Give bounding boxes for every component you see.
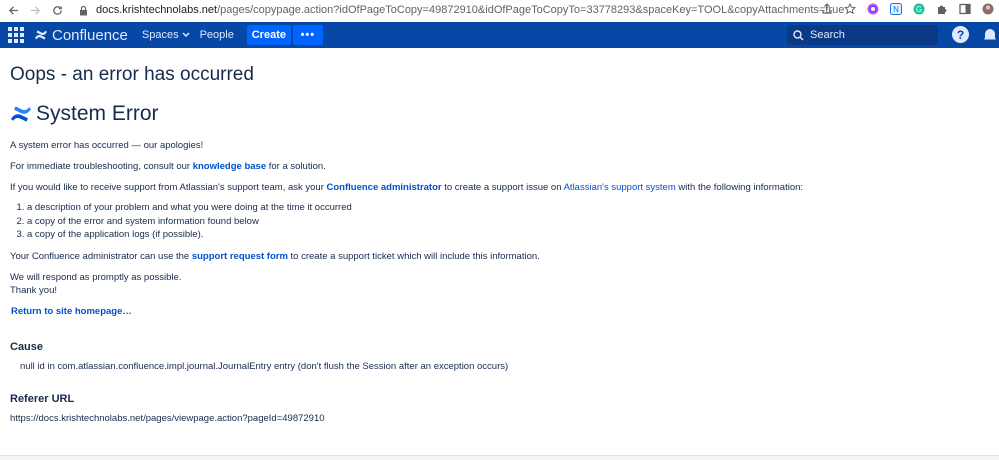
- respond-text: We will respond as promptly as possible.: [10, 271, 182, 283]
- cause-value: null id in com.atlassian.confluence.impl…: [20, 360, 509, 372]
- support-prefix: If you would like to receive support fro…: [10, 182, 327, 193]
- apology-text: A system error has occurred — our apolog…: [10, 139, 990, 152]
- url-domain: docs.krishtechnolabs.net: [96, 4, 218, 16]
- confluence-admin-link[interactable]: Confluence administrator: [327, 182, 442, 193]
- troubleshoot-text: For immediate troubleshooting, consult o…: [10, 160, 990, 173]
- arrow-left-icon[interactable]: [6, 3, 20, 17]
- browser-toolbar: docs.krishtechnolabs.net/pages/copypage.…: [0, 0, 999, 20]
- grammarly-icon[interactable]: G: [912, 2, 926, 16]
- support-system-link[interactable]: Atlassian's support system: [564, 182, 676, 193]
- apology-line: A system error has occurred — our apolog…: [10, 140, 204, 151]
- list-item: a copy of the error and system informati…: [27, 215, 990, 229]
- arrow-right-icon[interactable]: [28, 3, 42, 17]
- notifications-icon[interactable]: [982, 26, 999, 43]
- cause-title: Cause: [10, 340, 44, 353]
- share-icon[interactable]: [820, 2, 834, 16]
- reload-icon[interactable]: [50, 3, 64, 17]
- referer-value: https://docs.krishtechnolabs.net/pages/v…: [10, 412, 325, 424]
- form-suffix: to create a support ticket which will in…: [287, 250, 540, 262]
- thanks-text: Thank you!: [10, 284, 57, 296]
- app-switcher-icon[interactable]: [7, 26, 25, 44]
- return-homepage-link[interactable]: Return to site homepage…: [11, 306, 132, 317]
- info-list: a description of your problem and what y…: [27, 201, 990, 242]
- page-bottom-edge: [0, 455, 999, 460]
- extension-bar: N G: [820, 2, 995, 16]
- page-title: Oops - an error has occurred: [10, 64, 254, 85]
- form-prefix: Your Confluence administrator can use th…: [10, 250, 192, 262]
- troubleshoot-prefix: For immediate troubleshooting, consult o…: [10, 161, 193, 172]
- system-error-heading: System Error: [10, 100, 990, 128]
- star-icon[interactable]: [843, 2, 857, 16]
- product-name: Confluence: [52, 26, 128, 44]
- nav-spaces[interactable]: Spaces: [142, 29, 190, 41]
- help-button[interactable]: ?: [952, 26, 969, 43]
- confluence-logo-icon: [35, 30, 47, 40]
- support-request-form-link[interactable]: support request form: [192, 251, 288, 262]
- knowledge-base-link[interactable]: knowledge base: [193, 161, 266, 172]
- confluence-logo[interactable]: Confluence: [34, 27, 128, 44]
- nav-people[interactable]: People: [200, 29, 234, 41]
- support-suffix: with the following information:: [675, 182, 804, 193]
- confluence-header: Confluence Spaces People Create ••• Sear…: [0, 22, 999, 48]
- search-input[interactable]: Search: [787, 25, 938, 45]
- error-page-content: Oops - an error has occurred System Erro…: [10, 64, 990, 424]
- confluence-icon: [11, 106, 31, 122]
- address-bar[interactable]: docs.krishtechnolabs.net/pages/copypage.…: [96, 4, 844, 16]
- svg-text:G: G: [916, 5, 922, 14]
- search-placeholder: Search: [810, 29, 845, 41]
- puzzle-icon[interactable]: [935, 2, 949, 16]
- chevron-down-icon: [182, 32, 190, 38]
- lock-icon[interactable]: [76, 3, 90, 17]
- troubleshoot-suffix: for a solution.: [266, 161, 326, 172]
- svg-text:N: N: [893, 5, 899, 14]
- profile-avatar-icon[interactable]: [981, 2, 995, 16]
- more-create-button[interactable]: •••: [292, 25, 323, 45]
- support-mid: to create a support issue on: [441, 182, 564, 193]
- n-extension-icon[interactable]: N: [889, 2, 903, 16]
- search-icon: [793, 29, 804, 41]
- referer-title: Referer URL: [10, 392, 75, 405]
- color-extension-icon[interactable]: [866, 2, 880, 16]
- nav-spaces-label: Spaces: [141, 29, 179, 41]
- system-error-title: System Error: [36, 102, 159, 125]
- sidepanel-icon[interactable]: [958, 2, 972, 16]
- support-text: If you would like to receive support fro…: [10, 181, 990, 194]
- return-line: Return to site homepage…: [11, 305, 990, 318]
- create-button[interactable]: Create: [246, 25, 291, 45]
- list-item: a description of your problem and what y…: [27, 201, 990, 215]
- form-text: Your Confluence administrator can use th…: [10, 250, 990, 263]
- list-item: a copy of the application logs (if possi…: [27, 228, 990, 242]
- url-path: /pages/copypage.action?idOfPageToCopy=49…: [217, 4, 845, 16]
